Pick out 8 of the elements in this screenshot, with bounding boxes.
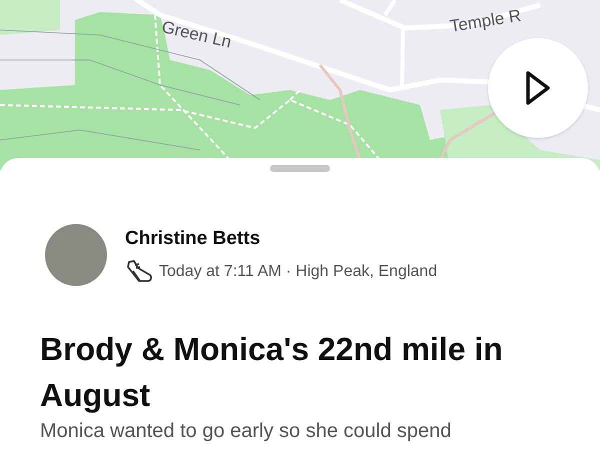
drag-handle[interactable] — [270, 165, 330, 172]
street-label: Green Ln — [159, 16, 234, 54]
street-label: Temple R — [448, 4, 523, 38]
play-icon — [525, 70, 551, 106]
activity-title: Brody & Monica's 22nd mile in August — [40, 330, 504, 415]
activity-description: Monica wanted to go early so she could spend — [40, 420, 452, 442]
activity-meta: Today at 7:11 AM · High Peak, England — [159, 262, 438, 282]
athlete-name[interactable]: Christine Betts — [125, 224, 438, 254]
